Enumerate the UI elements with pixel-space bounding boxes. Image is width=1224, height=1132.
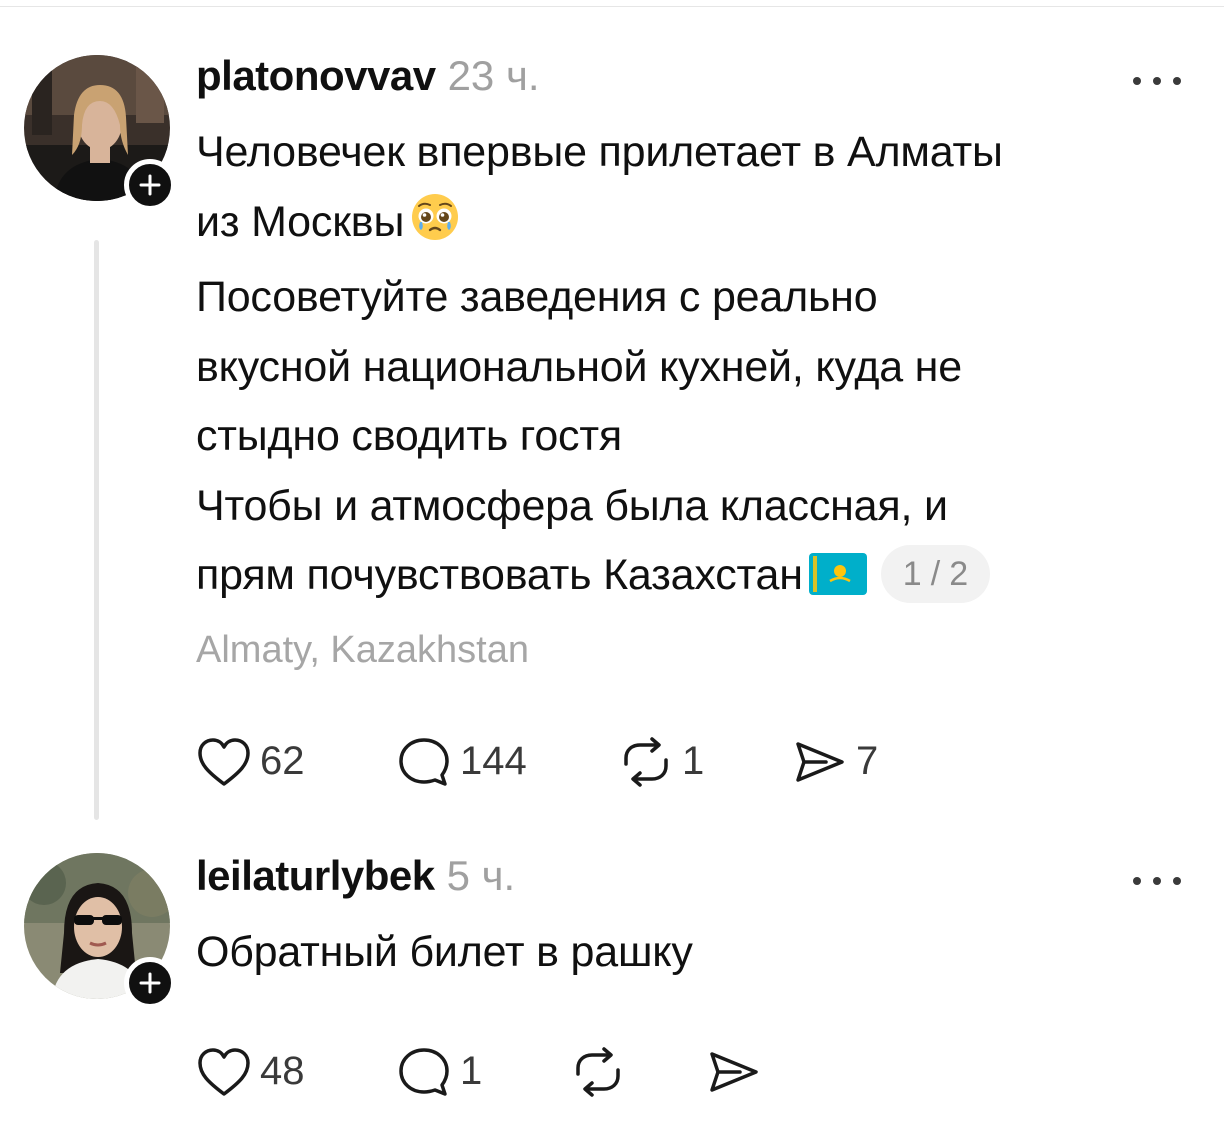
- text-line: стыдно сводить гостя: [196, 412, 622, 460]
- repost-count: 1: [682, 739, 705, 783]
- post-content: leilaturlybek 5 ч. Обратный билет в рашк…: [196, 852, 1184, 1102]
- heart-icon: [198, 1047, 250, 1096]
- comment-count: 144: [460, 739, 527, 783]
- plus-icon: [139, 174, 161, 196]
- text-line: прям почувствовать Казахстан 1 / 2: [196, 541, 1184, 617]
- timestamp: 5 ч.: [446, 852, 516, 899]
- text-line: Обратный билет в рашку: [196, 928, 693, 976]
- avatar-container[interactable]: [24, 853, 176, 1009]
- like-button[interactable]: 62: [196, 736, 396, 788]
- follow-button[interactable]: [124, 159, 176, 211]
- follow-button[interactable]: [124, 957, 176, 1009]
- repost-icon: [624, 736, 668, 787]
- text-line: Человечек впервые прилетает в Алматы: [196, 128, 1003, 176]
- text-line: вкусной национальной кухней, куда не: [196, 342, 962, 391]
- like-count: 62: [260, 739, 305, 783]
- top-divider: [0, 0, 1224, 7]
- kazakhstan-flag-icon: [808, 547, 867, 617]
- username[interactable]: platonovvav: [196, 52, 436, 100]
- repost-button[interactable]: [570, 1046, 706, 1098]
- share-button[interactable]: 7: [792, 736, 878, 788]
- thread-line: [94, 240, 99, 820]
- more-icon: [1133, 77, 1181, 85]
- avatar-container[interactable]: [24, 55, 176, 211]
- pleading-face-icon: [410, 192, 460, 264]
- post-content: platonovvav 23 ч. Человечек впервые прил…: [196, 52, 1184, 792]
- heart-icon: [198, 737, 250, 786]
- text-line: Чтобы и атмосфера была классная, и: [196, 481, 948, 530]
- text-line-content: прям почувствовать Казахстан: [196, 551, 803, 599]
- location-tag[interactable]: Almaty, Kazakhstan: [196, 629, 1184, 672]
- comment-button[interactable]: 1: [396, 1046, 570, 1098]
- more-icon: [1133, 877, 1181, 885]
- repost-icon: [576, 1046, 620, 1097]
- post-text: Человечек впервые прилетает в Алматы из …: [196, 118, 1184, 617]
- username[interactable]: leilaturlybek: [196, 852, 435, 900]
- post-header: leilaturlybek 5 ч.: [196, 852, 1184, 912]
- action-bar: 48 1: [196, 1042, 1184, 1102]
- action-bar: 62 144 1 7: [196, 732, 1184, 792]
- send-icon: [710, 1051, 758, 1092]
- text-line-content: из Москвы: [196, 197, 405, 246]
- repost-button[interactable]: 1: [618, 736, 792, 788]
- text-line: Посоветуйте заведения с реально: [196, 273, 878, 321]
- comment-button[interactable]: 144: [396, 736, 618, 788]
- comment-icon: [399, 1047, 449, 1096]
- timestamp: 23 ч.: [447, 52, 540, 99]
- comment-count: 1: [460, 1049, 483, 1093]
- more-options-button[interactable]: [1130, 866, 1184, 896]
- like-button[interactable]: 48: [196, 1046, 396, 1098]
- share-button[interactable]: [706, 1046, 762, 1098]
- post-header: platonovvav 23 ч.: [196, 52, 1184, 112]
- like-count: 48: [260, 1049, 305, 1093]
- share-count: 7: [856, 739, 879, 783]
- send-icon: [796, 741, 844, 782]
- post-text: Обратный билет в рашку: [196, 918, 1184, 988]
- page-indicator[interactable]: 1 / 2: [880, 545, 990, 603]
- text-line: из Москвы: [196, 188, 1184, 264]
- more-options-button[interactable]: [1130, 66, 1184, 96]
- comment-icon: [399, 737, 449, 786]
- plus-icon: [139, 972, 161, 994]
